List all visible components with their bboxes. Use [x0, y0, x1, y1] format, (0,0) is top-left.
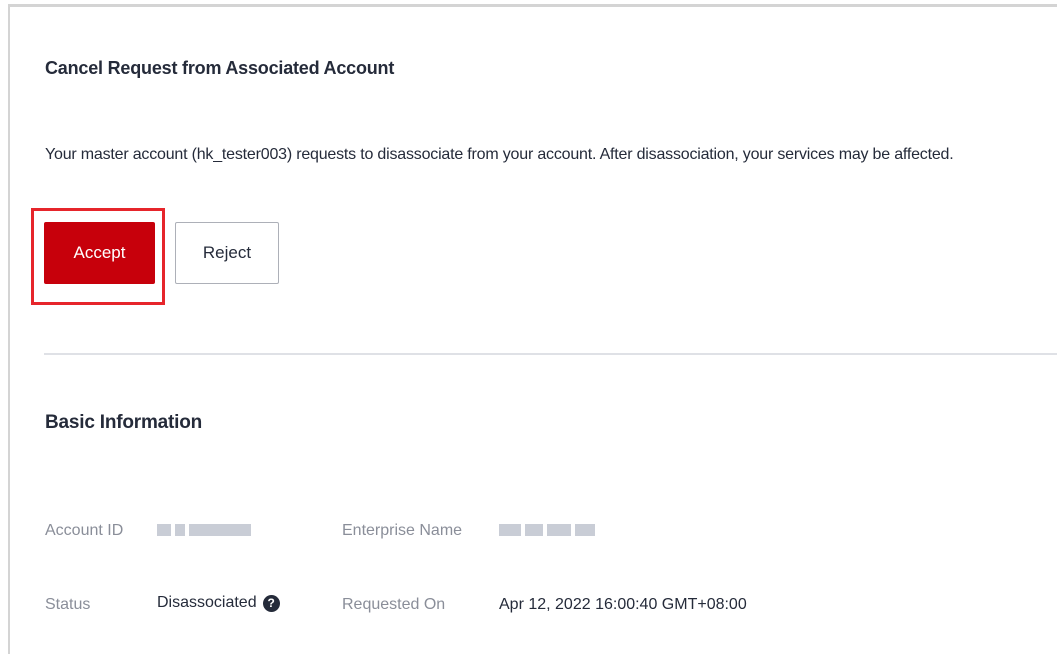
status-label: Status: [45, 596, 91, 613]
requested-on-label: Requested On: [342, 596, 446, 613]
account-id-value-redacted: [157, 524, 251, 536]
enterprise-name-value-redacted: [499, 524, 595, 536]
panel-frame: [8, 4, 1057, 654]
accept-button[interactable]: Accept: [44, 222, 155, 284]
enterprise-name-label: Enterprise Name: [342, 522, 463, 539]
section-divider: [44, 353, 1057, 355]
disassociation-message: Your master account (hk_tester003) reque…: [45, 146, 954, 163]
requested-on-value: Apr 12, 2022 16:00:40 GMT+08:00: [499, 596, 747, 613]
reject-button[interactable]: Reject: [175, 222, 279, 284]
basic-information-title: Basic Information: [45, 412, 203, 433]
status-value-text: Disassociated: [157, 594, 257, 611]
panel-title: Cancel Request from Associated Account: [45, 58, 395, 78]
account-id-label: Account ID: [45, 522, 124, 539]
question-circle-icon[interactable]: ?: [262, 594, 280, 612]
status-value: Disassociated ?: [157, 594, 280, 612]
